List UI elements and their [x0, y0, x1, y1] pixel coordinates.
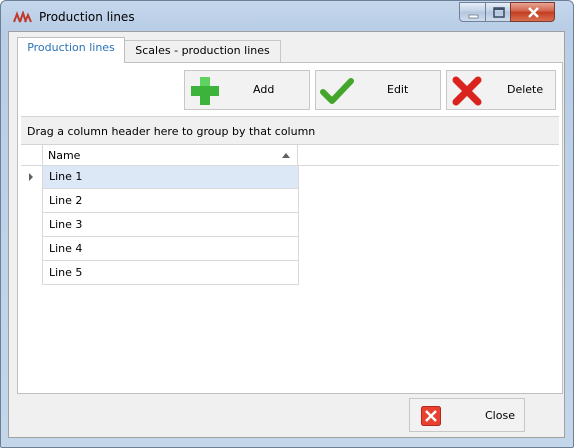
close-icon	[528, 7, 539, 18]
checkmark-icon	[320, 78, 354, 104]
grid-header-row: Name	[21, 145, 559, 166]
data-grid: Name Line 1 Line 2 Line 3 Line 4 Line 5	[21, 145, 559, 391]
sort-ascending-icon	[282, 153, 290, 158]
focused-row-arrow-icon	[29, 173, 33, 181]
column-header-name[interactable]: Name	[42, 145, 298, 165]
close-box-icon	[421, 406, 441, 426]
close-label: Close	[485, 409, 515, 422]
window-title: Production lines	[39, 10, 135, 24]
row-indicator	[21, 261, 42, 285]
maximize-button[interactable]	[485, 2, 511, 22]
table-cell[interactable]: Line 4	[42, 237, 299, 261]
table-cell[interactable]: Line 5	[42, 261, 299, 285]
table-cell[interactable]: Line 3	[42, 213, 299, 237]
dialog-window: Production lines Production lines Scales…	[0, 0, 574, 448]
row-indicator	[21, 213, 42, 237]
group-by-panel[interactable]: Drag a column header here to group by th…	[21, 116, 559, 145]
table-row[interactable]: Line 2	[21, 189, 299, 213]
title-bar[interactable]: Production lines	[1, 1, 573, 31]
row-indicator-header	[21, 145, 43, 165]
edit-button[interactable]: Edit	[315, 70, 441, 110]
delete-button[interactable]: Delete	[446, 70, 556, 110]
table-cell[interactable]: Line 2	[42, 189, 299, 213]
close-button[interactable]: Close	[409, 398, 525, 432]
app-icon	[13, 11, 32, 23]
row-indicator	[21, 189, 42, 213]
x-icon	[452, 76, 482, 106]
tab-production-lines[interactable]: Production lines	[17, 37, 125, 63]
minimize-button[interactable]	[459, 2, 486, 22]
table-row[interactable]: Line 5	[21, 261, 299, 285]
window-close-button[interactable]	[510, 2, 555, 22]
tab-panel: Add Edit Delete Drag a column header her…	[17, 62, 563, 394]
row-indicator	[21, 165, 42, 189]
row-indicator	[21, 237, 42, 261]
delete-label: Delete	[507, 83, 544, 96]
table-row[interactable]: Line 1	[21, 165, 299, 189]
client-area: Production lines Scales - production lin…	[8, 31, 565, 438]
edit-label: Edit	[387, 83, 409, 96]
maximize-icon	[493, 7, 505, 18]
table-row[interactable]: Line 3	[21, 213, 299, 237]
minimize-icon	[468, 14, 479, 19]
add-label: Add	[253, 83, 275, 96]
table-row[interactable]: Line 4	[21, 237, 299, 261]
table-cell[interactable]: Line 1	[42, 165, 299, 189]
add-button[interactable]: Add	[184, 70, 310, 110]
column-header-label: Name	[48, 149, 81, 162]
tab-strip: Production lines Scales - production lin…	[9, 37, 564, 63]
tab-scales-production-lines[interactable]: Scales - production lines	[124, 40, 281, 62]
group-by-hint: Drag a column header here to group by th…	[27, 125, 316, 138]
plus-icon	[191, 77, 219, 105]
